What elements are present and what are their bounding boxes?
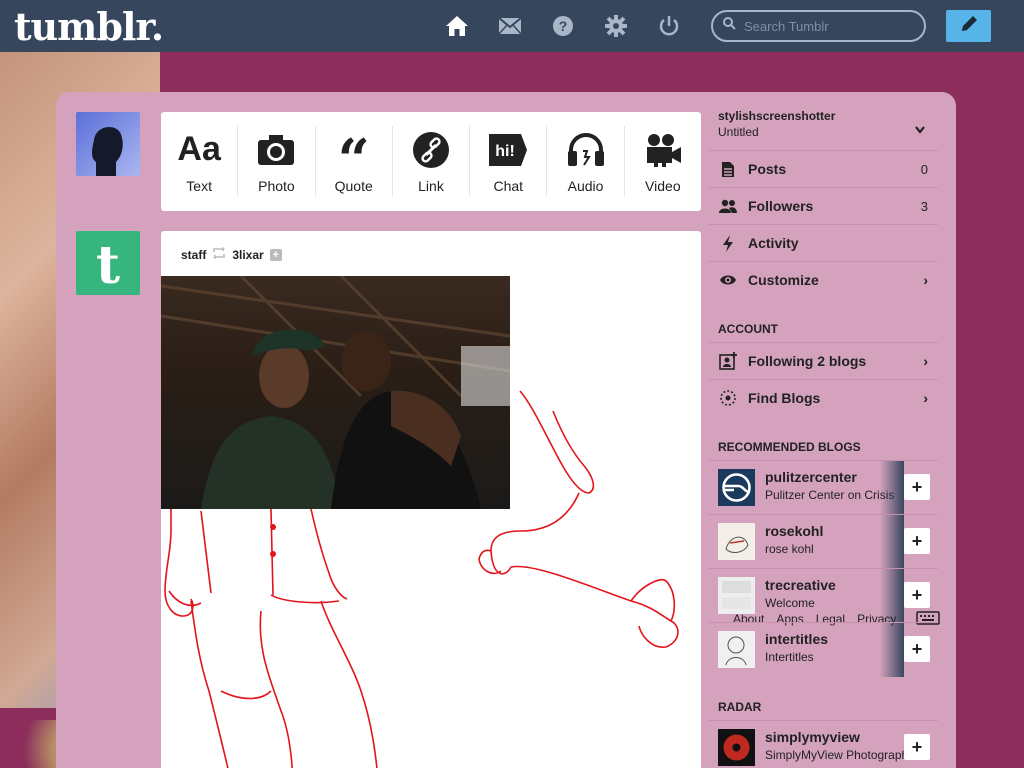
reblogger-avatar[interactable]: t (76, 231, 140, 295)
recommended-blog-item[interactable]: rosekohl rose kohl + (708, 514, 938, 569)
account-section-title: ACCOUNT (718, 322, 778, 336)
follow-button[interactable]: + (904, 528, 930, 554)
post-type-label: Photo (258, 177, 295, 194)
follow-button[interactable]: + (904, 734, 930, 760)
blog-header[interactable]: stylishscreenshotter Untitled (718, 109, 835, 139)
followers-count: 3 (920, 198, 928, 214)
post-type-video-button[interactable]: Video (625, 126, 701, 197)
sidebar-item-label: Find Blogs (748, 390, 821, 406)
sidebar-item-following[interactable]: Following 2 blogs › (708, 342, 938, 379)
chat-icon: hi! (488, 130, 528, 170)
sidebar-item-find-blogs[interactable]: Find Blogs › (708, 379, 938, 416)
search-icon (723, 17, 736, 35)
blog-avatar (718, 577, 755, 614)
blog-name: stylishscreenshotter (718, 109, 836, 123)
follow-button[interactable]: + (904, 474, 930, 500)
svg-text:hi!: hi! (495, 143, 515, 160)
tumblr-logo[interactable]: tumblr. (14, 4, 164, 49)
blog-avatar (718, 469, 755, 506)
eye-icon (718, 274, 738, 286)
chevron-down-icon[interactable] (914, 122, 926, 140)
recommended-section-title: RECOMMENDED BLOGS (718, 440, 861, 454)
svg-text:t: t (96, 235, 120, 295)
post-type-photo-button[interactable]: Photo (238, 126, 316, 197)
post-type-quote-button[interactable]: “ Quote (316, 126, 393, 197)
power-icon[interactable] (656, 13, 682, 39)
posts-icon (718, 161, 738, 178)
blog-avatar (718, 729, 755, 766)
post-type-label: Video (645, 177, 681, 194)
blog-avatar (718, 523, 755, 560)
post-type-label: Link (418, 177, 444, 194)
sidebar-item-label: Customize (748, 272, 819, 288)
followers-icon (718, 199, 738, 213)
follow-button[interactable]: + (904, 582, 930, 608)
sidebar-item-label: Activity (748, 235, 799, 251)
top-nav-bar: tumblr. ? (0, 0, 1024, 52)
search-box[interactable] (711, 10, 926, 42)
sidebar-item-followers[interactable]: Followers 3 (708, 187, 938, 224)
post-type-bar: Aa Text Photo “ Quote Link hi! Chat Audi… (161, 112, 701, 211)
video-camera-icon (644, 130, 682, 170)
post-type-link-button[interactable]: Link (393, 126, 471, 197)
post-photo[interactable] (161, 274, 511, 509)
sidebar-item-label: Following 2 blogs (748, 353, 867, 369)
fade-overlay (880, 515, 904, 569)
post-type-label: Audio (567, 177, 604, 194)
fade-overlay (880, 461, 904, 515)
lightning-icon (718, 234, 738, 252)
follow-button[interactable]: + (904, 636, 930, 662)
blog-description: SimplyMyView Photography (765, 748, 905, 762)
sidebar-item-label: Followers (748, 198, 814, 214)
quote-icon: “ (337, 126, 370, 193)
blog-name: rosekohl (765, 523, 824, 539)
blog-name: trecreative (765, 577, 836, 593)
post-type-chat-button[interactable]: hi! Chat (470, 126, 548, 197)
user-avatar[interactable] (76, 112, 140, 176)
recommended-blog-item[interactable]: pulitzercenter Pulitzer Center on Crisis… (708, 460, 938, 515)
sidebar-item-posts[interactable]: Posts 0 (708, 150, 938, 187)
chevron-right-icon: › (923, 390, 928, 406)
pencil-icon (959, 14, 979, 39)
headphones-icon (567, 130, 605, 170)
home-icon[interactable] (444, 13, 470, 39)
camera-icon (257, 130, 295, 170)
svg-text:?: ? (559, 18, 568, 34)
post-type-label: Chat (493, 177, 524, 194)
search-input[interactable] (744, 18, 914, 34)
mail-icon[interactable] (497, 13, 523, 39)
sidebar-item-label: Posts (748, 161, 787, 177)
recommended-blog-item[interactable]: intertitles Intertitles + (708, 622, 938, 677)
chevron-right-icon: › (923, 353, 928, 369)
gear-icon[interactable] (603, 13, 629, 39)
following-icon (718, 352, 738, 370)
radar-blog-item[interactable]: simplymyview SimplyMyView Photography + (708, 720, 938, 768)
help-icon[interactable]: ? (550, 13, 576, 39)
compose-button[interactable] (946, 10, 991, 42)
blog-name: intertitles (765, 631, 829, 647)
post-type-text-button[interactable]: Aa Text (161, 126, 239, 197)
blog-title: Untitled (718, 125, 759, 139)
sidebar-item-activity[interactable]: Activity (708, 224, 938, 261)
post-type-label: Text (186, 177, 212, 194)
find-blogs-icon (718, 389, 738, 407)
link-icon (412, 130, 449, 170)
fade-overlay (880, 623, 904, 677)
dashboard-post: staff 3lixar + (161, 231, 701, 768)
sidebar-item-customize[interactable]: Customize › (708, 261, 938, 298)
posts-count: 0 (920, 161, 928, 177)
blog-name: simplymyview (765, 729, 860, 745)
text-aa-icon: Aa (177, 130, 221, 168)
blog-avatar (718, 631, 755, 668)
post-type-label: Quote (334, 177, 373, 194)
post-type-audio-button[interactable]: Audio (547, 126, 625, 197)
radar-section-title: RADAR (718, 700, 762, 714)
blog-name: pulitzercenter (765, 469, 857, 485)
chevron-right-icon: › (923, 272, 928, 288)
